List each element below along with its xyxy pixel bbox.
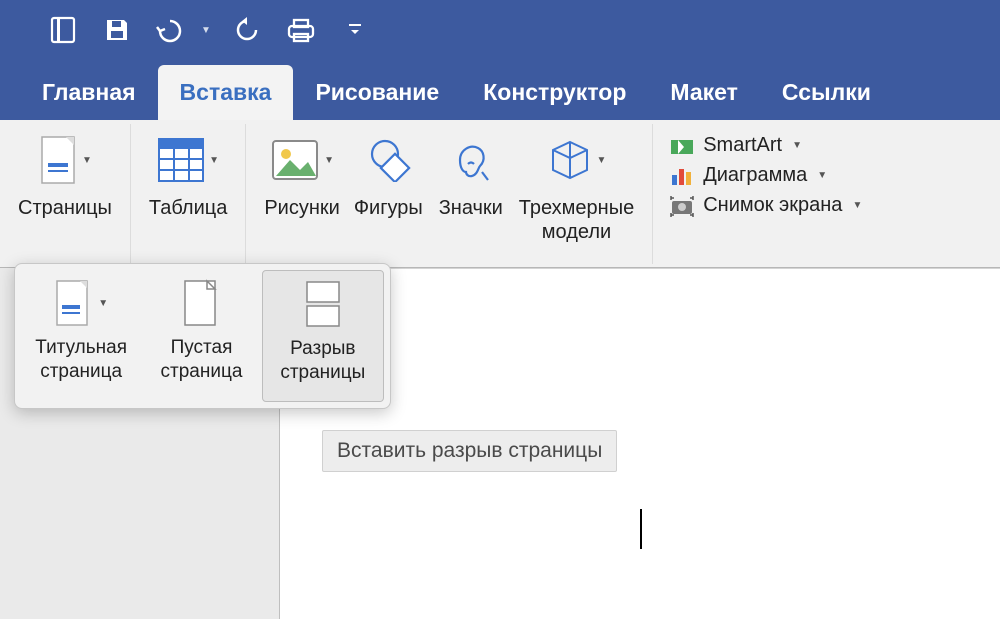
- blank-page-button[interactable]: Пустаястраница: [141, 270, 261, 402]
- cover-page-icon: [54, 279, 92, 327]
- 3d-models-label: Трехмерныемодели: [519, 196, 634, 244]
- camera-icon: [669, 195, 695, 217]
- print-icon[interactable]: [283, 12, 319, 48]
- table-icon: [157, 137, 205, 183]
- pages-icon: [38, 135, 78, 185]
- undo-icon[interactable]: [153, 12, 189, 48]
- tab-layout[interactable]: Макет: [648, 65, 760, 120]
- pages-button[interactable]: ▼ Страницы: [12, 126, 118, 224]
- blank-page-icon: [182, 279, 220, 327]
- icons-icon: [448, 138, 494, 182]
- pages-label: Страницы: [18, 196, 112, 220]
- 3d-models-button[interactable]: ▼ Трехмерныемодели: [513, 126, 640, 248]
- cover-page-button[interactable]: ▼ Титульнаястраница: [21, 270, 141, 402]
- chevron-down-icon: ▼: [792, 140, 802, 151]
- page-break-icon: [301, 280, 345, 328]
- tab-insert[interactable]: Вставка: [158, 65, 294, 120]
- screenshot-label: Снимок экрана: [703, 194, 842, 217]
- screenshot-button[interactable]: Снимок экрана ▼: [665, 192, 866, 219]
- customize-qat-icon[interactable]: [337, 12, 373, 48]
- text-cursor: [640, 509, 642, 549]
- table-label: Таблица: [149, 196, 227, 220]
- shapes-label: Фигуры: [354, 196, 423, 220]
- save-icon[interactable]: [99, 12, 135, 48]
- table-button[interactable]: ▼ Таблица: [143, 126, 233, 224]
- undo-caret-icon[interactable]: ▼: [201, 25, 211, 36]
- smartart-icon: [669, 136, 695, 156]
- ribbon: ▼ Страницы ▼ Таблица: [0, 120, 1000, 268]
- chevron-down-icon: ▼: [324, 155, 334, 166]
- autosave-icon[interactable]: [45, 12, 81, 48]
- chart-label: Диаграмма: [703, 164, 807, 187]
- chevron-down-icon: ▼: [817, 170, 827, 181]
- page-break-button[interactable]: Разрывстраницы: [262, 270, 384, 402]
- tab-references[interactable]: Ссылки: [760, 65, 893, 120]
- pages-dropdown: ▼ Титульнаястраница Пустаястраница Разры…: [14, 263, 391, 409]
- chart-icon: [669, 165, 695, 187]
- shapes-button[interactable]: Фигуры: [348, 126, 429, 248]
- smartart-button[interactable]: SmartArt ▼: [665, 132, 866, 159]
- pictures-label: Рисунки: [264, 196, 339, 220]
- redo-icon[interactable]: [229, 12, 265, 48]
- chevron-down-icon: ▼: [98, 298, 108, 309]
- tab-home[interactable]: Главная: [20, 65, 158, 120]
- icons-button[interactable]: Значки: [431, 126, 511, 248]
- quick-access-toolbar: ▼: [0, 0, 1000, 60]
- chevron-down-icon: ▼: [597, 155, 607, 166]
- picture-icon: [270, 138, 320, 182]
- chevron-down-icon: ▼: [82, 155, 92, 166]
- shapes-icon: [365, 138, 411, 182]
- cover-page-label: Титульнаястраница: [35, 336, 127, 384]
- smartart-label: SmartArt: [703, 134, 782, 157]
- blank-page-label: Пустаястраница: [161, 336, 243, 384]
- tab-draw[interactable]: Рисование: [293, 65, 461, 120]
- tooltip: Вставить разрыв страницы: [322, 430, 617, 472]
- cube-icon: [547, 138, 593, 182]
- pictures-button[interactable]: ▼ Рисунки: [258, 126, 345, 248]
- tab-design[interactable]: Конструктор: [461, 65, 648, 120]
- ribbon-tabs: Главная Вставка Рисование Конструктор Ма…: [0, 60, 1000, 120]
- icons-label: Значки: [439, 196, 503, 220]
- page-break-label: Разрывстраницы: [280, 337, 365, 385]
- chevron-down-icon: ▼: [852, 200, 862, 211]
- chevron-down-icon: ▼: [209, 155, 219, 166]
- chart-button[interactable]: Диаграмма ▼: [665, 162, 866, 189]
